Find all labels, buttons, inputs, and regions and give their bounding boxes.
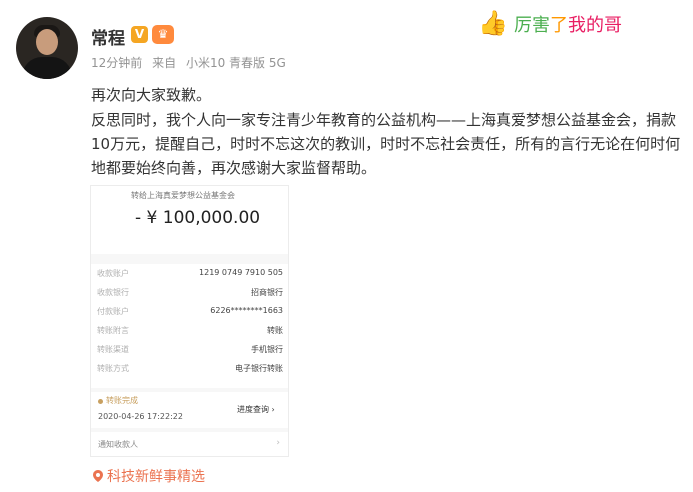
thumbs-up-icon: 👍 xyxy=(478,9,508,37)
receipt-title: 转给上海真爱梦想公益基金会 xyxy=(131,191,235,200)
topic-label[interactable]: 科技新鲜事精选 xyxy=(107,469,205,485)
device-source[interactable]: 小米10 青春版 5G xyxy=(186,56,286,70)
avatar-body xyxy=(22,57,72,79)
notify-payee-row: 通知收款人 › xyxy=(91,432,288,456)
chevron-right-icon: › xyxy=(276,438,280,448)
post-text-line1: 再次向大家致歉。 xyxy=(91,86,212,104)
member-crown-icon: ♛ xyxy=(152,25,174,44)
receipt-details: 收款账户 1219 0749 7910 505 收款银行 招商银行 付款账户 6… xyxy=(91,264,288,388)
avatar[interactable] xyxy=(16,17,78,79)
location-pin-icon xyxy=(93,470,103,482)
topic-link[interactable]: 科技新鲜事精选 xyxy=(93,466,205,486)
source-prefix: 来自 xyxy=(152,56,177,70)
receipt-row: 转账方式 电子银行转账 xyxy=(97,364,283,373)
post-text-body: 反思同时，我个人向一家专注青少年教育的公益机构——上海真爱梦想公益基金会，捐款1… xyxy=(91,111,681,177)
username[interactable]: 常程 xyxy=(91,24,125,49)
receipt-status: 转账完成 2020-04-26 17:22:22 进度查询 › xyxy=(91,392,288,428)
status-time: 2020-04-26 17:22:22 xyxy=(98,412,183,421)
notify-label: 通知收款人 xyxy=(98,440,138,449)
receipt-amount: - ¥ 100,000.00 xyxy=(135,208,261,228)
receipt-row: 转账渠道 手机银行 xyxy=(97,345,283,354)
status-dot-icon xyxy=(98,399,103,404)
receipt-row: 付款账户 6226********1663 xyxy=(97,306,283,316)
sticker-text: 厉害了我的哥 xyxy=(514,15,622,36)
profile-sticker: 👍 厉害了我的哥 xyxy=(478,6,684,40)
post-meta: 12分钟前 来自 小米10 青春版 5G xyxy=(91,54,292,71)
progress-query-link: 进度查询 › xyxy=(237,405,275,414)
receipt-row: 收款银行 招商银行 xyxy=(97,288,283,297)
post-time[interactable]: 12分钟前 xyxy=(91,56,142,70)
transfer-receipt-image[interactable]: 转给上海真爱梦想公益基金会 - ¥ 100,000.00 收款账户 1219 0… xyxy=(90,185,289,457)
avatar-face xyxy=(36,29,58,55)
receipt-header: 转给上海真爱梦想公益基金会 - ¥ 100,000.00 xyxy=(91,186,288,254)
receipt-row: 转账附言 转账 xyxy=(97,326,283,335)
status-label: 转账完成 xyxy=(106,396,138,405)
verified-icon: V xyxy=(131,26,148,43)
receipt-row: 收款账户 1219 0749 7910 505 xyxy=(97,268,283,278)
